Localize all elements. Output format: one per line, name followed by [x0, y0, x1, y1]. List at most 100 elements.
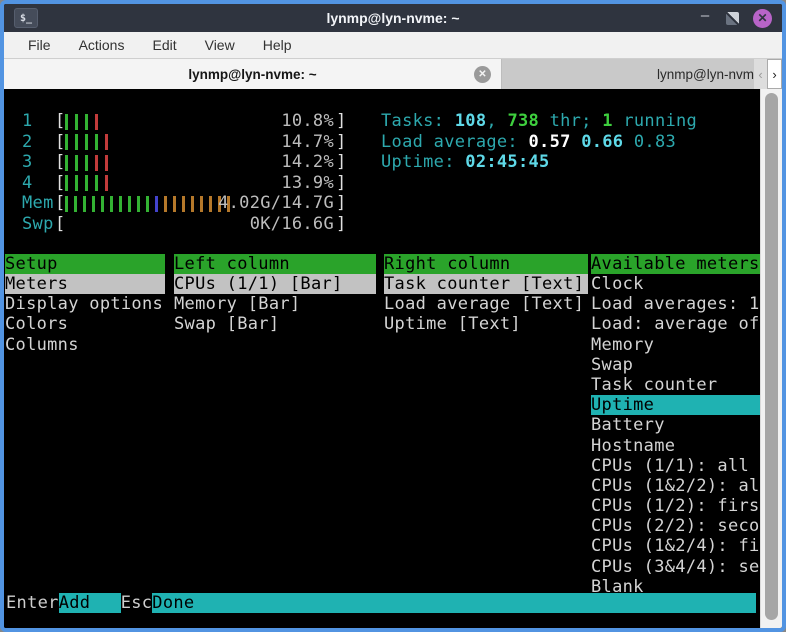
list-item[interactable]: Uptime	[591, 395, 760, 415]
tab-inactive[interactable]: lynmp@lyn-nvm	[502, 59, 754, 89]
info-segment: thr;	[539, 111, 602, 131]
meter-label: 1	[22, 111, 33, 132]
list-item[interactable]: Memory	[591, 335, 760, 355]
info-segment: Uptime:	[381, 152, 465, 172]
meter-bar-g	[95, 175, 98, 191]
list-item[interactable]: Display options	[5, 294, 165, 314]
menu-item-edit[interactable]: Edit	[138, 34, 190, 56]
meter-bracket-open: [	[55, 173, 66, 194]
list-item[interactable]: Load: average of	[591, 314, 760, 334]
info-segment: Load average:	[381, 132, 529, 152]
meter-bar-g	[92, 196, 95, 212]
tab-close-icon[interactable]: ✕	[474, 66, 491, 83]
info-segment: 108	[455, 111, 487, 131]
meter-bar-r	[95, 114, 98, 130]
tab-scroll-left-icon[interactable]: ‹	[754, 59, 767, 89]
meter-bar-g	[95, 134, 98, 150]
meter-bar-g	[119, 196, 122, 212]
scrollbar[interactable]	[760, 89, 782, 628]
close-button[interactable]: ✕	[753, 9, 772, 28]
list-item[interactable]: Meters	[5, 274, 165, 294]
list-item[interactable]: CPUs (1/2): firs	[591, 496, 760, 516]
meter-bracket-close: ]	[336, 111, 347, 132]
meter-bar-g	[146, 196, 149, 212]
meter-bracket-close: ]	[336, 173, 347, 194]
menu-item-actions[interactable]: Actions	[65, 34, 139, 56]
menu-item-view[interactable]: View	[191, 34, 249, 56]
list-item[interactable]: Task counter	[591, 375, 760, 395]
list-item[interactable]: Columns	[5, 335, 165, 355]
minimize-button[interactable]: –	[698, 11, 712, 25]
list-item[interactable]: Task counter [Text]	[384, 274, 588, 294]
meter-bracket-open: [	[55, 193, 66, 214]
meter-bar-g	[83, 196, 86, 212]
meter-bar-g	[110, 196, 113, 212]
tab-active[interactable]: lynmp@lyn-nvme: ~ ✕	[4, 59, 502, 89]
tab-inactive-title: lynmp@lyn-nvm	[657, 67, 754, 82]
list-item[interactable]: Colors	[5, 314, 165, 334]
menu-item-help[interactable]: Help	[249, 34, 306, 56]
function-action[interactable]: Done	[152, 593, 756, 613]
list-item[interactable]: CPUs (1&2/2): al	[591, 476, 760, 496]
panel-header-right-column: Right column	[384, 254, 588, 274]
info-segment: 02:45:45	[465, 152, 549, 172]
meter-label: 3	[22, 152, 33, 173]
list-item[interactable]: Swap	[591, 355, 760, 375]
function-key[interactable]: Enter	[6, 593, 59, 613]
meter-value: 4.02G/14.7G	[154, 193, 334, 214]
meter-bar-g	[128, 196, 131, 212]
list-item[interactable]: Load average [Text]	[384, 294, 588, 314]
list-item[interactable]: Battery	[591, 415, 760, 435]
meter-bar-g	[75, 134, 78, 150]
list-item[interactable]: CPUs (1/1) [Bar]	[174, 274, 376, 294]
meter-bar-g	[75, 175, 78, 191]
meter-bar-g	[65, 175, 68, 191]
info-segment: 0.57	[529, 132, 582, 152]
info-segment: ,	[486, 111, 507, 131]
scrollbar-thumb[interactable]	[765, 93, 778, 620]
meter-bracket-close: ]	[336, 193, 347, 214]
list-item[interactable]: Uptime [Text]	[384, 314, 588, 334]
list-item[interactable]: CPUs (2/2): seco	[591, 516, 760, 536]
panel-available-meters: Available metersClockLoad averages: 1Loa…	[591, 254, 760, 597]
panel-header-left-column: Left column	[174, 254, 376, 274]
function-key[interactable]: Esc	[121, 593, 153, 613]
list-item[interactable]: CPUs (1&2/4): fi	[591, 536, 760, 556]
info-line: Tasks: 108, 738 thr; 1 running	[381, 111, 697, 132]
terminal-screen[interactable]: 1[10.8%]2[14.7%]3[14.2%]4[13.9%]Mem[4.02…	[4, 89, 782, 628]
meter-bar-r	[105, 175, 108, 191]
meter-bar-g	[65, 155, 68, 171]
list-item[interactable]: Clock	[591, 274, 760, 294]
list-item[interactable]: Memory [Bar]	[174, 294, 376, 314]
terminal-window: $_ lynmp@lyn-nvme: ~ – ✕ File Actions Ed…	[0, 0, 786, 632]
meter-bar-g	[137, 196, 140, 212]
info-segment: Tasks:	[381, 111, 455, 131]
list-item[interactable]: Load averages: 1	[591, 294, 760, 314]
list-item[interactable]: Hostname	[591, 436, 760, 456]
meter-bar-g	[75, 114, 78, 130]
meter-label: 4	[22, 173, 33, 194]
meter-bar-r	[105, 155, 108, 171]
meter-bracket-open: [	[55, 214, 66, 235]
list-item[interactable]: Swap [Bar]	[174, 314, 376, 334]
panel-header-available-meters: Available meters	[591, 254, 760, 274]
tab-scroll-right-icon[interactable]: ›	[767, 59, 782, 89]
meter-label: Mem	[22, 193, 54, 214]
restore-button[interactable]	[726, 12, 739, 25]
tabbar: lynmp@lyn-nvme: ~ ✕ lynmp@lyn-nvm ‹ ›	[4, 59, 782, 89]
meter-bar-r	[105, 134, 108, 150]
function-action[interactable]: Add	[59, 593, 121, 613]
meter-bracket-open: [	[55, 132, 66, 153]
list-item[interactable]: CPUs (3&4/4): se	[591, 557, 760, 577]
meter-bar-g	[65, 114, 68, 130]
window-title: lynmp@lyn-nvme: ~	[4, 10, 782, 26]
info-segment: running	[613, 111, 697, 131]
list-item[interactable]: CPUs (1/1): all	[591, 456, 760, 476]
info-segment: 0.66	[581, 132, 634, 152]
meter-bar-g	[101, 196, 104, 212]
tab-title: lynmp@lyn-nvme: ~	[188, 67, 316, 82]
menu-item-file[interactable]: File	[14, 34, 65, 56]
meter-bracket-close: ]	[336, 132, 347, 153]
panel-setup: SetupMetersDisplay optionsColorsColumns	[5, 254, 165, 355]
meter-bar-g	[75, 155, 78, 171]
